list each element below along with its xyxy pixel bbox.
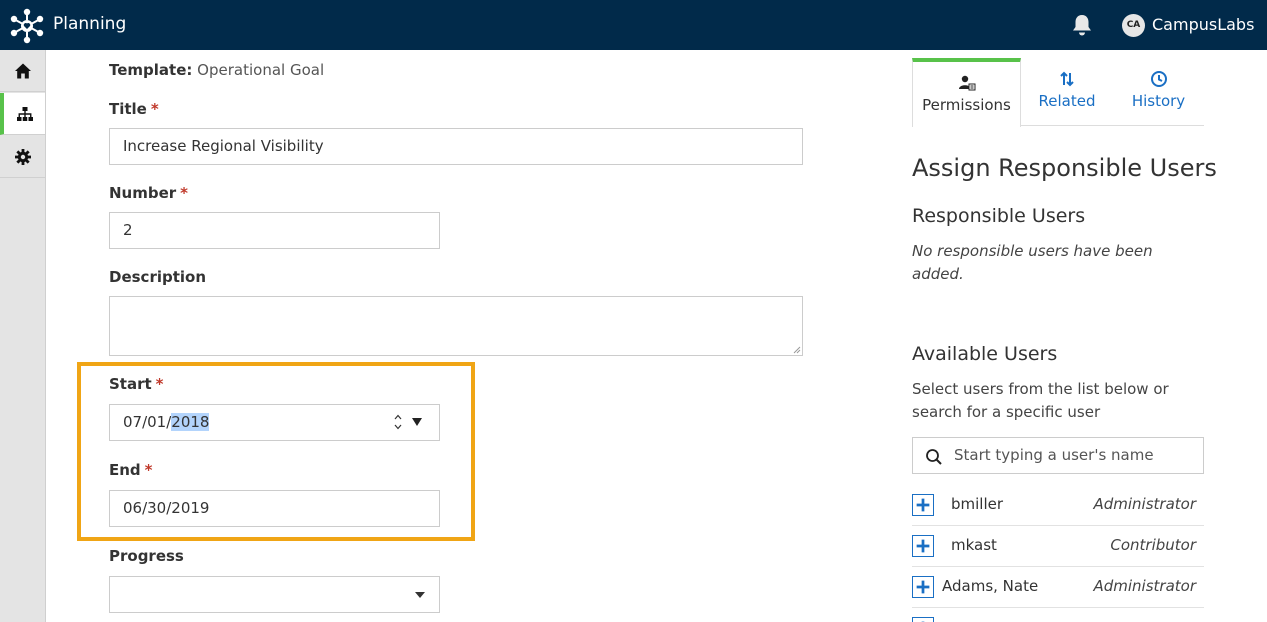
add-user-button[interactable] (912, 535, 934, 557)
end-label: End * (109, 461, 153, 479)
required-mark: * (155, 375, 164, 393)
user-role-cell: Administrator (1093, 577, 1196, 595)
start-label: Start * (109, 375, 164, 393)
tab-related[interactable]: Related (1021, 58, 1113, 126)
add-user-button[interactable] (912, 494, 934, 516)
panel-heading: Assign Responsible Users (912, 154, 1217, 182)
user-avatar[interactable]: CA (1122, 14, 1145, 37)
user-name-cell: Adams, Nate (942, 577, 1039, 595)
gear-icon (14, 148, 31, 165)
description-field[interactable] (109, 296, 803, 356)
hierarchy-icon (16, 106, 33, 121)
template-line: Template: Operational Goal (109, 61, 324, 79)
notifications-bell-icon[interactable] (1071, 13, 1093, 37)
tab-related-label: Related (1038, 92, 1096, 110)
user-permissions-icon (958, 75, 975, 91)
available-users-heading: Available Users (912, 343, 1058, 365)
template-label: Template: (109, 61, 193, 79)
title-field[interactable]: Increase Regional Visibility (109, 128, 803, 165)
number-label: Number * (109, 184, 188, 202)
tab-permissions[interactable]: Permissions (912, 58, 1021, 127)
description-label: Description (109, 268, 206, 286)
user-role-cell: Administrator (1093, 495, 1196, 513)
side-rail (0, 50, 46, 622)
chevron-down-icon[interactable] (414, 591, 426, 599)
app-title: Planning (53, 14, 127, 34)
progress-label: Progress (109, 547, 184, 565)
user-search-input[interactable]: Start typing a user's name (912, 437, 1204, 474)
tab-history[interactable]: History (1113, 58, 1204, 126)
tab-permissions-label: Permissions (922, 96, 1011, 114)
responsible-users-heading: Responsible Users (912, 205, 1086, 227)
user-name-cell: bmiller (951, 495, 1004, 513)
rail-item-home[interactable] (0, 50, 45, 92)
title-label-text: Title (109, 100, 147, 118)
tab-history-label: History (1131, 92, 1186, 110)
start-date-prefix: 07/01/ (123, 413, 172, 431)
user-name[interactable]: CampusLabs (1152, 15, 1254, 34)
date-picker-dropdown-icon[interactable] (411, 417, 423, 427)
add-user-button[interactable] (912, 617, 934, 622)
end-date-field[interactable]: 06/30/2019 (109, 490, 440, 527)
number-field[interactable]: 2 (109, 212, 440, 249)
rail-item-settings[interactable] (0, 136, 45, 178)
required-mark: * (150, 100, 159, 118)
up-down-arrows-icon (1060, 71, 1074, 87)
search-placeholder: Start typing a user's name (954, 446, 1154, 464)
number-label-text: Number (109, 184, 177, 202)
add-user-button[interactable] (912, 576, 934, 598)
search-icon (926, 449, 942, 465)
template-value: Operational Goal (197, 61, 325, 79)
home-icon (14, 63, 31, 78)
progress-select[interactable] (109, 576, 440, 613)
clock-icon (1150, 71, 1167, 87)
end-label-text: End (109, 461, 141, 479)
description-label-text: Description (109, 268, 207, 286)
list-item: mkast Contributor (912, 526, 1204, 567)
available-users-help: Select users from the list below or sear… (912, 380, 1169, 421)
list-item: Adams, Nate Administrator (912, 567, 1204, 608)
resize-grip-icon[interactable] (793, 346, 801, 354)
title-label: Title * (109, 100, 159, 118)
panel-tabs: Permissions Related History (912, 58, 1204, 127)
rail-item-planning[interactable] (0, 93, 45, 135)
start-label-text: Start (109, 375, 152, 393)
required-mark: * (180, 184, 189, 202)
responsible-empty-message: No responsible users have been added. (912, 242, 1153, 283)
user-role-cell: Contributor (1110, 536, 1196, 554)
required-mark: * (144, 461, 153, 479)
list-item (912, 608, 1204, 622)
date-spinner-icon[interactable] (391, 411, 405, 433)
start-date-year-selected[interactable]: 2018 (171, 413, 210, 431)
top-bar: Planning CA CampusLabs (0, 0, 1267, 50)
planning-logo-icon[interactable] (9, 8, 45, 44)
user-name-cell: mkast (951, 536, 997, 554)
progress-label-text: Progress (109, 547, 184, 565)
list-item: bmiller Administrator (912, 485, 1204, 526)
